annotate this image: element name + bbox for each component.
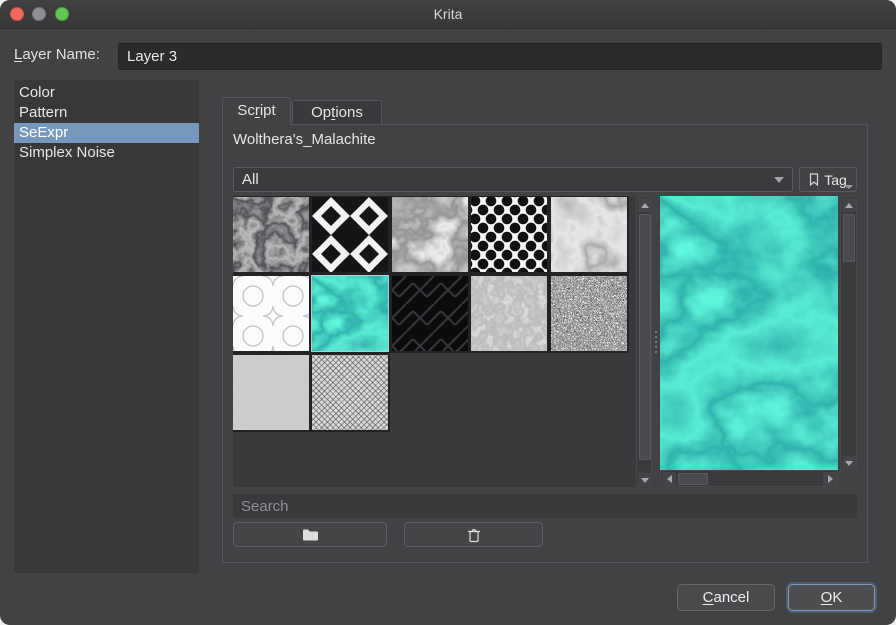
pattern-thumb-white-truchet-loops[interactable] — [233, 276, 309, 351]
pattern-thumb-light-crosshatch[interactable] — [312, 355, 388, 430]
resource-preview-image — [660, 196, 838, 470]
tag-button-label: Tag — [824, 172, 847, 188]
preview-hscrollbar-thumb[interactable] — [678, 473, 708, 485]
pattern-thumb-malachite-green[interactable] — [312, 276, 388, 351]
tab-script[interactable]: Script — [222, 97, 291, 125]
scroll-left-icon[interactable] — [662, 472, 676, 486]
tag-button[interactable]: Tag — [799, 167, 857, 192]
search-input[interactable] — [233, 494, 857, 518]
tag-filter-dropdown[interactable]: All — [233, 167, 793, 192]
scroll-up-icon[interactable] — [638, 198, 652, 212]
sidebar-item-simplex-noise[interactable]: Simplex Noise — [14, 143, 199, 163]
grid-scrollbar-thumb[interactable] — [639, 214, 651, 460]
pattern-thumb-gray-smoke[interactable] — [551, 197, 627, 272]
grid-vertical-scrollbar[interactable] — [636, 196, 652, 487]
layer-name-input[interactable] — [118, 43, 882, 70]
pattern-thumb-flat-gray-grain[interactable] — [233, 355, 309, 430]
trash-icon — [467, 527, 481, 543]
sidebar-item-pattern[interactable]: Pattern — [14, 103, 199, 123]
scroll-down-icon[interactable] — [842, 456, 856, 470]
pattern-thumb-gray-concrete[interactable] — [471, 276, 547, 351]
pattern-thumb-bw-polka-dots[interactable] — [471, 197, 547, 272]
pattern-thumb-dark-marble-noise[interactable] — [233, 197, 309, 272]
sidebar-item-color[interactable]: Color — [14, 83, 199, 103]
preview-horizontal-scrollbar[interactable] — [660, 470, 838, 487]
resource-grid — [233, 196, 636, 487]
preview-vscrollbar-thumb[interactable] — [843, 214, 855, 262]
pattern-thumb-gray-clouds[interactable] — [392, 197, 468, 272]
import-resource-button[interactable] — [233, 522, 387, 547]
scroll-down-icon[interactable] — [638, 473, 652, 487]
tab-options[interactable]: Options — [292, 100, 382, 125]
splitter-handle[interactable] — [653, 196, 659, 487]
layer-name-label: Layer Name: — [14, 46, 100, 63]
ok-button[interactable]: OK — [788, 584, 875, 611]
sidebar-item-seexpr[interactable]: SeExpr — [14, 123, 199, 143]
tag-menu-arrow-icon — [845, 185, 853, 189]
chevron-down-icon — [774, 177, 784, 183]
bookmark-icon — [809, 173, 819, 186]
generator-list: Color Pattern SeExpr Simplex Noise — [14, 80, 199, 573]
preview-vertical-scrollbar[interactable] — [840, 196, 857, 470]
delete-resource-button[interactable] — [404, 522, 543, 547]
selected-resource-name: Wolthera's_Malachite — [233, 131, 376, 148]
script-tab-panel: Wolthera's_Malachite All Tag — [222, 124, 868, 563]
krita-dialog-window: Krita Layer Name: Color Pattern SeExpr S… — [0, 0, 896, 625]
scroll-right-icon[interactable] — [823, 472, 837, 486]
tag-filter-value: All — [242, 171, 259, 188]
folder-icon — [302, 528, 319, 542]
pattern-thumb-dark-speckle[interactable] — [551, 276, 627, 351]
scroll-up-icon[interactable] — [842, 198, 856, 212]
pattern-thumb-black-maze[interactable] — [392, 276, 468, 351]
titlebar[interactable]: Krita — [0, 0, 896, 29]
pattern-thumb-bw-triangle-mosaic[interactable] — [312, 197, 388, 272]
cancel-button[interactable]: Cancel — [677, 584, 775, 611]
window-title: Krita — [0, 0, 896, 28]
